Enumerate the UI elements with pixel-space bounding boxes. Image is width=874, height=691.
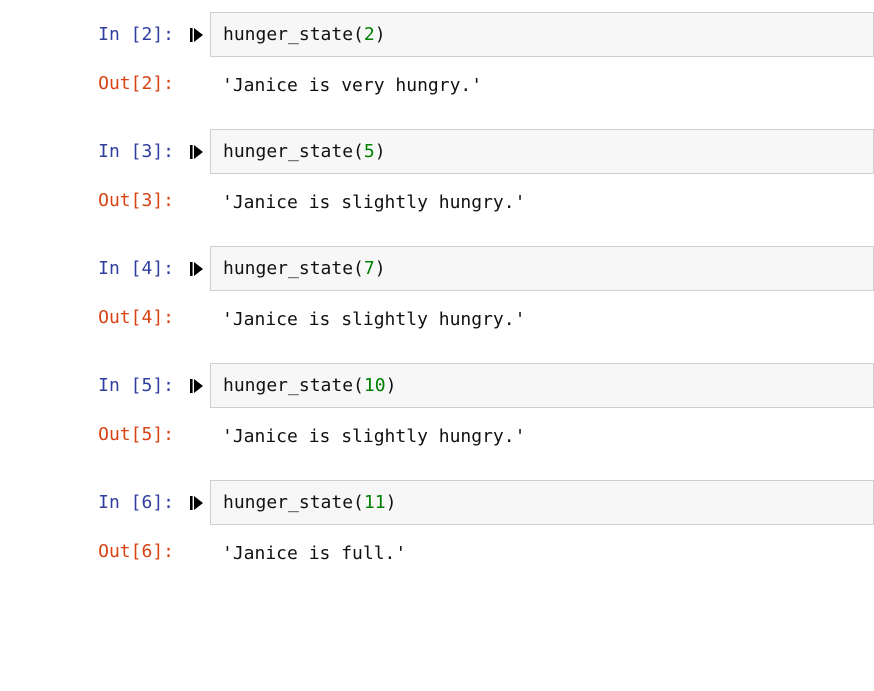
cell-output: 'Janice is full.' — [210, 532, 874, 571]
token-close-paren: ) — [386, 375, 397, 396]
out-prefix: Out[ — [98, 190, 141, 211]
token-close-paren: ) — [386, 492, 397, 513]
token-close-paren: ) — [375, 24, 386, 45]
output-row: Out[2]: 'Janice is very hungry.' — [0, 61, 874, 105]
token-close-paren: ) — [375, 258, 386, 279]
token-number-literal: 11 — [364, 492, 386, 513]
out-suffix: ]: — [152, 73, 174, 94]
input-row: In [5]: hunger_state(10) — [0, 363, 874, 408]
out-suffix: ]: — [152, 307, 174, 328]
out-suffix: ]: — [152, 541, 174, 562]
notebook-cell: In [3]:hunger_state(5)Out[3]:'Janice is … — [0, 129, 874, 222]
code-input[interactable]: hunger_state(11) — [210, 480, 874, 525]
token-function-name: hunger_state — [223, 492, 353, 513]
exec-count: 2 — [141, 24, 152, 45]
in-suffix: ]: — [152, 375, 174, 396]
output-text: 'Janice is very hungry.' — [222, 75, 482, 96]
output-text: 'Janice is full.' — [222, 543, 406, 564]
output-row: Out[5]: 'Janice is slightly hungry.' — [0, 412, 874, 456]
token-number-literal: 5 — [364, 141, 375, 162]
cell-output: 'Janice is very hungry.' — [210, 64, 874, 103]
out-prefix: Out[ — [98, 424, 141, 445]
token-open-paren: ( — [353, 492, 364, 513]
out-suffix: ]: — [152, 190, 174, 211]
exec-count: 4 — [141, 258, 152, 279]
token-function-name: hunger_state — [223, 258, 353, 279]
output-row: Out[6]: 'Janice is full.' — [0, 529, 874, 573]
token-open-paren: ( — [353, 258, 364, 279]
token-number-literal: 10 — [364, 375, 386, 396]
in-suffix: ]: — [152, 258, 174, 279]
out-prefix: Out[ — [98, 307, 141, 328]
in-suffix: ]: — [152, 141, 174, 162]
code-input[interactable]: hunger_state(10) — [210, 363, 874, 408]
exec-count: 4 — [141, 307, 152, 328]
exec-count: 3 — [141, 190, 152, 211]
in-prefix: In [ — [98, 24, 141, 45]
token-function-name: hunger_state — [223, 141, 353, 162]
notebook-cell: In [2]:hunger_state(2)Out[2]:'Janice is … — [0, 12, 874, 105]
token-function-name: hunger_state — [223, 375, 353, 396]
output-prompt: Out[5]: — [0, 424, 188, 445]
input-row: In [4]: hunger_state(7) — [0, 246, 874, 291]
output-prompt: Out[3]: — [0, 190, 188, 211]
input-row: In [3]: hunger_state(5) — [0, 129, 874, 174]
in-prefix: In [ — [98, 141, 141, 162]
output-text: 'Janice is slightly hungry.' — [222, 426, 525, 447]
exec-count: 6 — [141, 541, 152, 562]
in-suffix: ]: — [152, 24, 174, 45]
token-open-paren: ( — [353, 24, 364, 45]
in-prefix: In [ — [98, 258, 141, 279]
run-cell-icon[interactable] — [188, 495, 210, 511]
exec-count: 3 — [141, 141, 152, 162]
run-cell-icon[interactable] — [188, 378, 210, 394]
code-input[interactable]: hunger_state(2) — [210, 12, 874, 57]
token-number-literal: 7 — [364, 258, 375, 279]
output-row: Out[4]: 'Janice is slightly hungry.' — [0, 295, 874, 339]
exec-count: 2 — [141, 73, 152, 94]
token-number-literal: 2 — [364, 24, 375, 45]
run-cell-icon[interactable] — [188, 261, 210, 277]
run-cell-icon[interactable] — [188, 144, 210, 160]
input-prompt: In [4]: — [0, 258, 188, 279]
cell-output: 'Janice is slightly hungry.' — [210, 181, 874, 220]
input-row: In [6]: hunger_state(11) — [0, 480, 874, 525]
output-row: Out[3]: 'Janice is slightly hungry.' — [0, 178, 874, 222]
token-open-paren: ( — [353, 141, 364, 162]
in-suffix: ]: — [152, 492, 174, 513]
cell-output: 'Janice is slightly hungry.' — [210, 298, 874, 337]
output-prompt: Out[6]: — [0, 541, 188, 562]
exec-count: 6 — [141, 492, 152, 513]
out-prefix: Out[ — [98, 541, 141, 562]
code-input[interactable]: hunger_state(5) — [210, 129, 874, 174]
output-text: 'Janice is slightly hungry.' — [222, 309, 525, 330]
cell-output: 'Janice is slightly hungry.' — [210, 415, 874, 454]
out-prefix: Out[ — [98, 73, 141, 94]
run-cell-icon[interactable] — [188, 27, 210, 43]
code-input[interactable]: hunger_state(7) — [210, 246, 874, 291]
token-open-paren: ( — [353, 375, 364, 396]
input-prompt: In [3]: — [0, 141, 188, 162]
input-prompt: In [5]: — [0, 375, 188, 396]
in-prefix: In [ — [98, 492, 141, 513]
input-prompt: In [6]: — [0, 492, 188, 513]
out-suffix: ]: — [152, 424, 174, 445]
in-prefix: In [ — [98, 375, 141, 396]
input-prompt: In [2]: — [0, 24, 188, 45]
notebook-cell: In [5]:hunger_state(10)Out[5]:'Janice is… — [0, 363, 874, 456]
exec-count: 5 — [141, 375, 152, 396]
input-row: In [2]:hunger_state(2) — [0, 12, 874, 57]
exec-count: 5 — [141, 424, 152, 445]
output-prompt: Out[2]: — [0, 73, 188, 94]
notebook-cell: In [4]:hunger_state(7)Out[4]:'Janice is … — [0, 246, 874, 339]
output-text: 'Janice is slightly hungry.' — [222, 192, 525, 213]
token-function-name: hunger_state — [223, 24, 353, 45]
token-close-paren: ) — [375, 141, 386, 162]
output-prompt: Out[4]: — [0, 307, 188, 328]
notebook-cell: In [6]:hunger_state(11)Out[6]:'Janice is… — [0, 480, 874, 573]
